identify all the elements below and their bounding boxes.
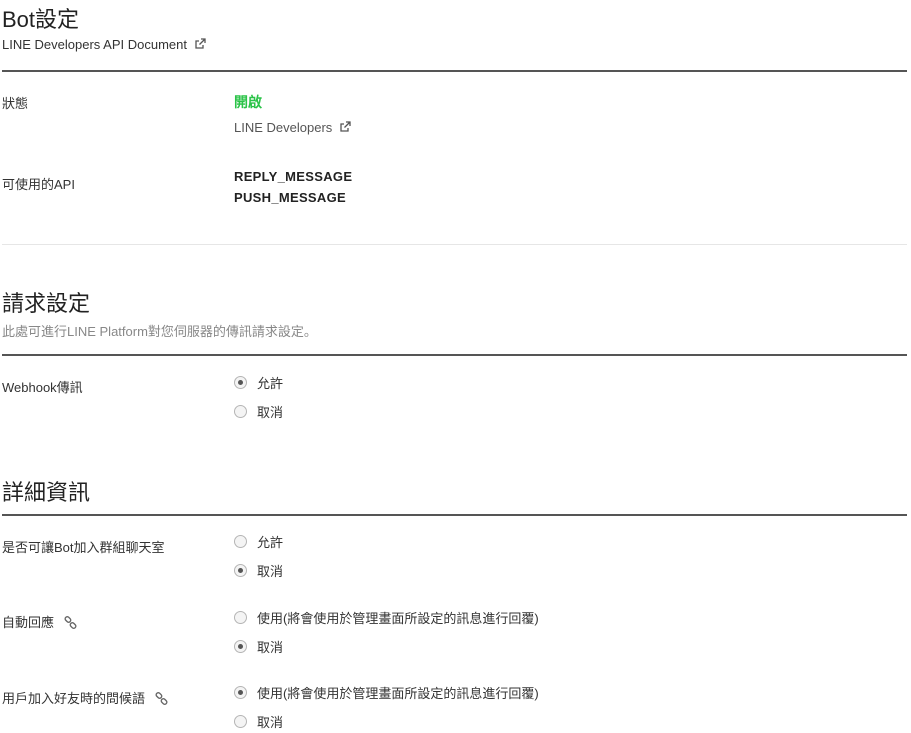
status-label: 狀態	[2, 96, 29, 111]
webhook-option-cancel-label: 取消	[257, 405, 284, 420]
webhook-option-allow[interactable]: 允許	[234, 373, 283, 392]
api-document-link-label: LINE Developers API Document	[2, 37, 187, 52]
group-option-cancel[interactable]: 取消	[234, 561, 283, 580]
details-title: 詳細資訊	[2, 480, 91, 505]
bot-settings-title: Bot設定	[2, 7, 80, 32]
radio-button[interactable]	[234, 611, 247, 624]
section-divider	[2, 514, 907, 516]
greeting-option-cancel[interactable]: 取消	[234, 712, 283, 731]
group-option-cancel-label: 取消	[257, 564, 284, 579]
auto-reply-label: 自動回應	[2, 612, 77, 631]
external-link-icon	[194, 38, 206, 49]
auto-reply-option-use[interactable]: 使用(將會使用於管理畫面所設定的訊息進行回覆)	[234, 608, 539, 627]
greeting-label: 用戶加入好友時的問候語	[2, 688, 168, 707]
radio-button-checked[interactable]	[234, 640, 247, 653]
radio-button[interactable]	[234, 715, 247, 728]
greeting-option-use[interactable]: 使用(將會使用於管理畫面所設定的訊息進行回覆)	[234, 683, 539, 702]
radio-button-checked[interactable]	[234, 564, 247, 577]
webhook-option-cancel[interactable]: 取消	[234, 402, 283, 421]
radio-button[interactable]	[234, 405, 247, 418]
line-developers-link-label: LINE Developers	[234, 120, 333, 135]
available-api-label: 可使用的API	[2, 177, 75, 192]
external-link-icon	[340, 121, 351, 132]
auto-reply-label-text: 自動回應	[2, 615, 55, 630]
api-item-push: PUSH_MESSAGE	[234, 190, 346, 205]
auto-reply-option-cancel[interactable]: 取消	[234, 637, 283, 656]
group-option-allow-label: 允許	[257, 535, 284, 550]
radio-button-checked[interactable]	[234, 686, 247, 699]
radio-button[interactable]	[234, 535, 247, 548]
auto-reply-option-cancel-label: 取消	[257, 640, 284, 655]
group-option-allow[interactable]: 允許	[234, 532, 283, 551]
greeting-label-text: 用戶加入好友時的問候語	[2, 691, 146, 706]
status-value: 開啟	[234, 94, 262, 110]
chain-link-icon[interactable]	[155, 692, 168, 705]
radio-button-checked[interactable]	[234, 376, 247, 389]
api-item-reply: REPLY_MESSAGE	[234, 169, 353, 184]
webhook-label: Webhook傳訊	[2, 380, 83, 395]
chain-link-icon[interactable]	[64, 616, 77, 629]
section-divider	[2, 354, 907, 356]
line-developers-link[interactable]: LINE Developers	[234, 120, 351, 135]
section-divider-light	[2, 244, 907, 245]
greeting-option-cancel-label: 取消	[257, 715, 284, 730]
request-settings-title: 請求設定	[2, 291, 91, 316]
auto-reply-option-use-label: 使用(將會使用於管理畫面所設定的訊息進行回覆)	[257, 611, 539, 626]
greeting-option-use-label: 使用(將會使用於管理畫面所設定的訊息進行回覆)	[257, 686, 539, 701]
api-document-link[interactable]: LINE Developers API Document	[2, 37, 206, 52]
group-chat-label: 是否可讓Bot加入群組聊天室	[2, 540, 165, 555]
request-settings-description: 此處可進行LINE Platform對您伺服器的傳訊請求設定。	[2, 324, 317, 339]
webhook-option-allow-label: 允許	[257, 376, 284, 391]
section-divider	[2, 70, 907, 72]
